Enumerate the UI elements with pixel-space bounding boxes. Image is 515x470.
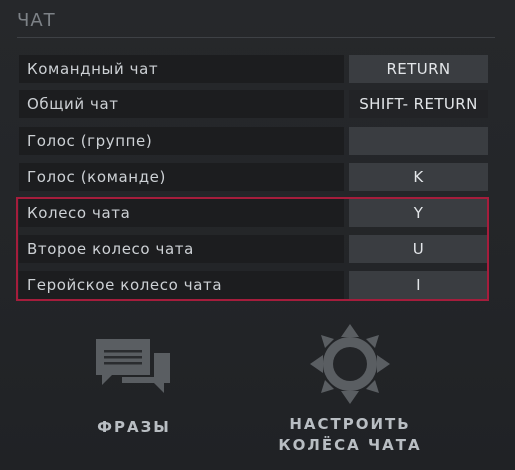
keybind-label: Колесо чата: [19, 199, 344, 227]
keybind-button-all-chat[interactable]: SHIFT- RETURN: [349, 90, 488, 118]
keybind-label: Голос (команде): [19, 163, 344, 191]
chat-bubbles-icon: [96, 339, 170, 393]
keybind-button-second-chat-wheel[interactable]: U: [349, 235, 488, 263]
phrases-label: ФРАЗЫ: [97, 418, 171, 436]
configure-wheels-label-line1: НАСТРОИТЬ: [289, 415, 411, 433]
keybind-button-team-chat[interactable]: RETURN: [349, 55, 488, 83]
keybind-row-chat-wheel: Колесо чата Y: [19, 199, 488, 227]
keybind-row-all-chat: Общий чат SHIFT- RETURN: [19, 90, 488, 118]
keybind-row-voice-party: Голос (группе): [19, 127, 488, 155]
keybind-label: Общий чат: [19, 90, 344, 118]
keybind-row-second-chat-wheel: Второе колесо чата U: [19, 235, 488, 263]
keybind-row-team-chat: Командный чат RETURN: [19, 55, 488, 83]
phrases-button[interactable]: ФРАЗЫ: [74, 335, 194, 438]
configure-wheels-label-line2: КОЛЁСА ЧАТА: [278, 436, 422, 454]
keybind-button-chat-wheel[interactable]: Y: [349, 199, 488, 227]
keybind-label: Геройское колесо чата: [19, 271, 344, 299]
section-title: ЧАТ: [17, 10, 56, 31]
chat-settings-panel: ЧАТ Командный чат RETURN Общий чат SHIFT…: [0, 0, 515, 470]
keybind-button-hero-chat-wheel[interactable]: I: [349, 271, 488, 299]
keybind-row-hero-chat-wheel: Геройское колесо чата I: [19, 271, 488, 299]
section-divider: [17, 37, 495, 38]
chat-wheel-icon: [310, 324, 390, 404]
keybind-button-voice-team[interactable]: K: [349, 163, 488, 191]
configure-chat-wheels-button[interactable]: НАСТРОИТЬ КОЛЁСА ЧАТА: [270, 322, 430, 456]
keybind-button-voice-party[interactable]: [349, 127, 488, 155]
keybind-label: Второе колесо чата: [19, 235, 344, 263]
keybind-row-voice-team: Голос (команде) K: [19, 163, 488, 191]
keybind-label: Командный чат: [19, 55, 344, 83]
keybind-label: Голос (группе): [19, 127, 344, 155]
